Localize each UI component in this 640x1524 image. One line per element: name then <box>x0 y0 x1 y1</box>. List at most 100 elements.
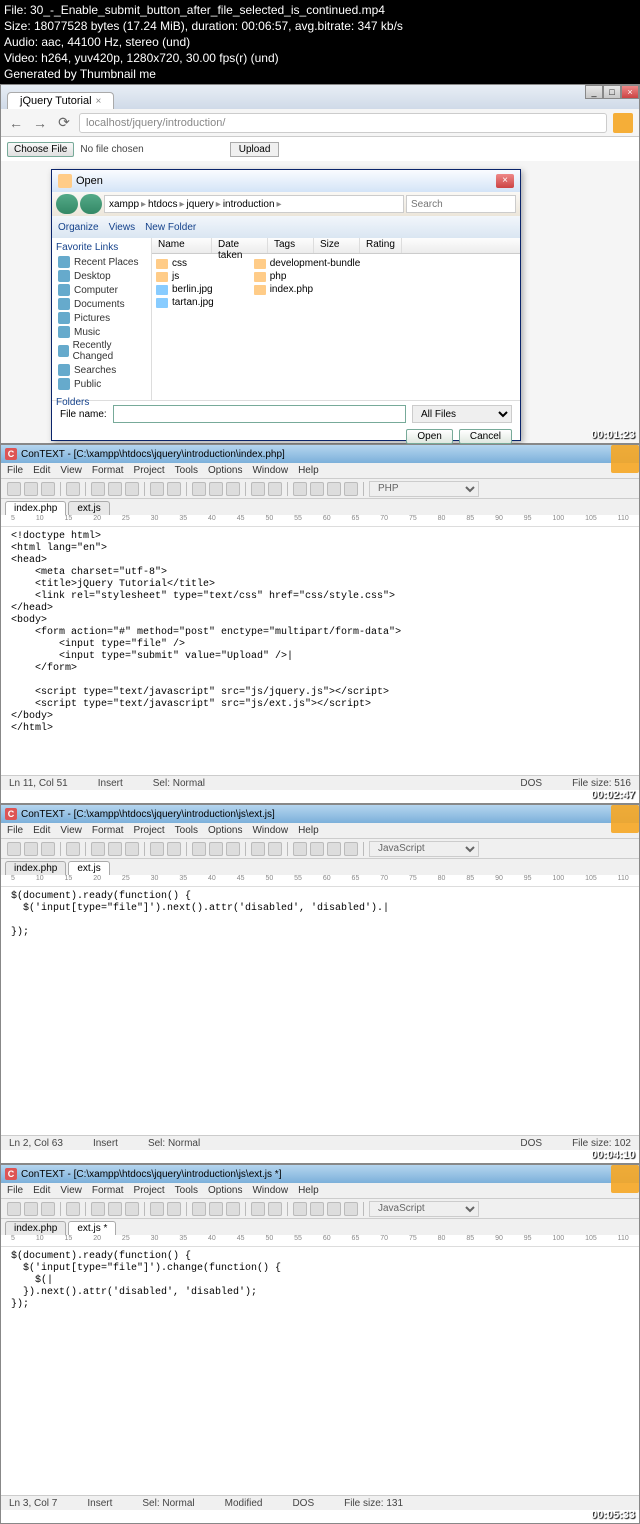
menu-file[interactable]: File <box>7 465 23 476</box>
menu-window[interactable]: Window <box>252 825 288 836</box>
tab-close-icon[interactable]: × <box>96 96 102 107</box>
tool-icon[interactable] <box>310 1202 324 1216</box>
code-editor[interactable]: $(document).ready(function() { $('input[… <box>1 1247 639 1495</box>
file-item[interactable]: development-bundle <box>254 258 361 269</box>
find-icon[interactable] <box>192 842 206 856</box>
menu-edit[interactable]: Edit <box>33 1185 50 1196</box>
browser-tab[interactable]: jQuery Tutorial × <box>7 92 114 109</box>
menu-options[interactable]: Options <box>208 1185 242 1196</box>
redo-icon[interactable] <box>167 842 181 856</box>
tool-icon[interactable] <box>327 482 341 496</box>
file-item[interactable]: js <box>156 271 214 282</box>
tool-icon[interactable] <box>293 482 307 496</box>
sidebar-item[interactable]: Documents <box>56 297 147 311</box>
file-item[interactable]: index.php <box>254 284 361 295</box>
menu-format[interactable]: Format <box>92 825 124 836</box>
new-icon[interactable] <box>7 482 21 496</box>
print-icon[interactable] <box>66 1202 80 1216</box>
redo-icon[interactable] <box>167 482 181 496</box>
file-item[interactable]: berlin.jpg <box>156 284 214 295</box>
tool-icon[interactable] <box>251 482 265 496</box>
file-tab[interactable]: index.php <box>5 861 66 875</box>
forward-button[interactable]: → <box>31 114 49 132</box>
menu-format[interactable]: Format <box>92 1185 124 1196</box>
menu-tools[interactable]: Tools <box>175 1185 198 1196</box>
tool-icon[interactable] <box>327 842 341 856</box>
cancel-button[interactable]: Cancel <box>459 429 512 444</box>
tool-icon[interactable] <box>268 482 282 496</box>
menu-edit[interactable]: Edit <box>33 465 50 476</box>
cut-icon[interactable] <box>91 842 105 856</box>
findnext-icon[interactable] <box>226 842 240 856</box>
code-editor[interactable]: <!doctype html> <html lang="en"> <head> … <box>1 527 639 775</box>
print-icon[interactable] <box>66 482 80 496</box>
find-icon[interactable] <box>192 482 206 496</box>
tool-icon[interactable] <box>293 842 307 856</box>
tool-icon[interactable] <box>344 842 358 856</box>
replace-icon[interactable] <box>209 842 223 856</box>
menu-file[interactable]: File <box>7 825 23 836</box>
menu-help[interactable]: Help <box>298 465 319 476</box>
menu-project[interactable]: Project <box>134 1185 165 1196</box>
paste-icon[interactable] <box>125 482 139 496</box>
replace-icon[interactable] <box>209 482 223 496</box>
menu-options[interactable]: Options <box>208 825 242 836</box>
tool-icon[interactable] <box>268 842 282 856</box>
sidebar-item[interactable]: Pictures <box>56 311 147 325</box>
menu-help[interactable]: Help <box>298 825 319 836</box>
save-icon[interactable] <box>41 842 55 856</box>
reload-button[interactable]: ⟳ <box>55 114 73 132</box>
file-item[interactable]: tartan.jpg <box>156 297 214 308</box>
tool-icon[interactable] <box>268 1202 282 1216</box>
minimize-button[interactable]: _ <box>585 85 603 99</box>
search-input[interactable] <box>406 195 516 213</box>
organize-button[interactable]: Organize <box>58 222 99 233</box>
open-icon[interactable] <box>24 1202 38 1216</box>
tool-icon[interactable] <box>251 1202 265 1216</box>
language-select[interactable]: PHP <box>369 481 479 497</box>
undo-icon[interactable] <box>150 1202 164 1216</box>
undo-icon[interactable] <box>150 842 164 856</box>
menu-tools[interactable]: Tools <box>175 825 198 836</box>
dialog-close-button[interactable]: × <box>496 174 514 188</box>
menu-view[interactable]: View <box>60 465 82 476</box>
code-editor[interactable]: $(document).ready(function() { $('input[… <box>1 887 639 1135</box>
file-tab[interactable]: ext.js <box>68 501 109 515</box>
upload-button[interactable]: Upload <box>230 142 280 157</box>
sidebar-item[interactable]: Public <box>56 377 147 391</box>
menu-options[interactable]: Options <box>208 465 242 476</box>
cut-icon[interactable] <box>91 1202 105 1216</box>
open-icon[interactable] <box>24 842 38 856</box>
filename-input[interactable] <box>113 405 406 423</box>
nav-fwd-button[interactable] <box>80 194 102 214</box>
replace-icon[interactable] <box>209 1202 223 1216</box>
sidebar-item[interactable]: Recent Places <box>56 255 147 269</box>
new-icon[interactable] <box>7 842 21 856</box>
file-tab[interactable]: ext.js * <box>68 1221 116 1235</box>
views-button[interactable]: Views <box>109 222 136 233</box>
menu-edit[interactable]: Edit <box>33 825 50 836</box>
file-tab[interactable]: ext.js <box>68 861 109 875</box>
tool-icon[interactable] <box>293 1202 307 1216</box>
sidebar-item[interactable]: Music <box>56 325 147 339</box>
menu-help[interactable]: Help <box>298 1185 319 1196</box>
cut-icon[interactable] <box>91 482 105 496</box>
sidebar-item[interactable]: Computer <box>56 283 147 297</box>
findnext-icon[interactable] <box>226 482 240 496</box>
sidebar-item[interactable]: Searches <box>56 363 147 377</box>
url-input[interactable] <box>79 113 607 133</box>
findnext-icon[interactable] <box>226 1202 240 1216</box>
save-icon[interactable] <box>41 1202 55 1216</box>
paste-icon[interactable] <box>125 842 139 856</box>
tool-icon[interactable] <box>344 482 358 496</box>
breadcrumb[interactable]: xampp▸ htdocs▸ jquery▸ introduction▸ <box>104 195 404 213</box>
open-icon[interactable] <box>24 482 38 496</box>
menu-project[interactable]: Project <box>134 465 165 476</box>
file-tab[interactable]: index.php <box>5 1221 66 1235</box>
save-icon[interactable] <box>41 482 55 496</box>
file-item[interactable]: css <box>156 258 214 269</box>
new-icon[interactable] <box>7 1202 21 1216</box>
tool-icon[interactable] <box>310 842 324 856</box>
menu-tools[interactable]: Tools <box>175 465 198 476</box>
tool-icon[interactable] <box>344 1202 358 1216</box>
